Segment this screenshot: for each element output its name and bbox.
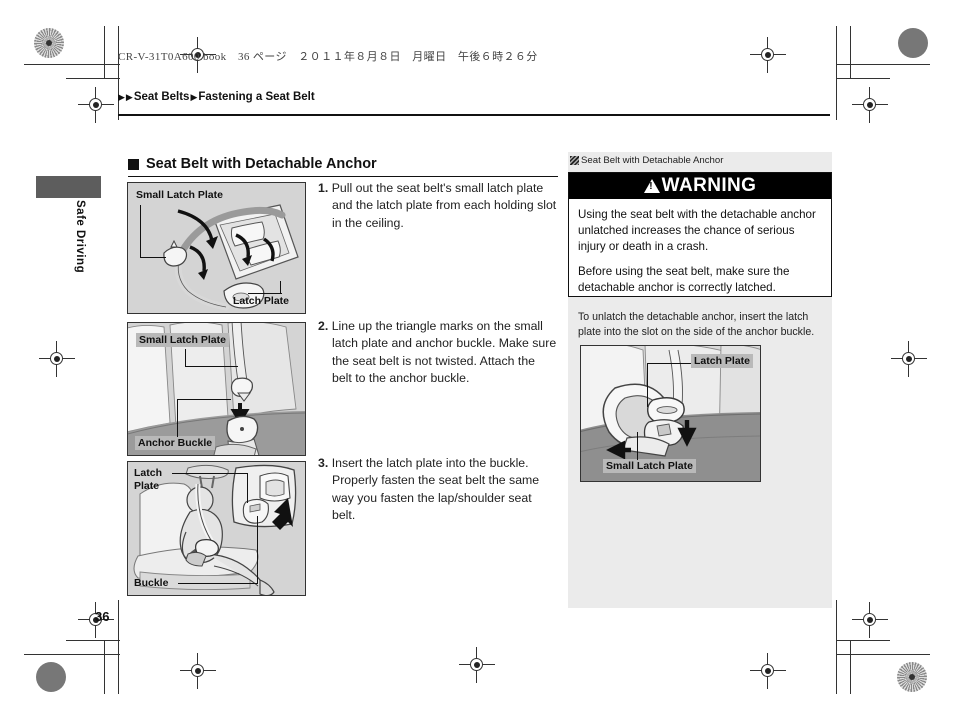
leader-line — [247, 473, 249, 503]
crop-line — [24, 64, 120, 66]
chapter-tab-marker — [36, 176, 101, 198]
figure-label-small-latch-plate: Small Latch Plate — [136, 189, 223, 201]
warning-triangle-icon — [643, 179, 660, 193]
crop-line — [836, 640, 890, 642]
leader-line — [185, 366, 238, 368]
registration-crosshair — [39, 341, 75, 377]
step-2: 2. Line up the triangle marks on the sma… — [318, 318, 558, 388]
reference-link-icon — [570, 156, 579, 165]
step-1-number: 1. — [318, 181, 329, 195]
warning-body: Using the seat belt with the detachable … — [569, 199, 831, 296]
figure-label-latch-plate: Latch Plate — [233, 295, 290, 307]
reference-heading: Seat Belt with Detachable Anchor — [570, 155, 723, 166]
book-print-line: CR-V-31T0A600.book 36 ページ ２０１１年８月８日 月曜日 … — [118, 51, 538, 63]
registration-target-dot — [897, 662, 927, 692]
registration-crosshair — [180, 653, 216, 689]
crop-line — [66, 78, 120, 80]
step-3: 3. Insert the latch plate into the buckl… — [318, 455, 558, 525]
page-title-text: Seat Belt with Detachable Anchor — [146, 156, 377, 172]
registration-crosshair — [852, 87, 888, 123]
breadcrumb: ▶ ▶ Seat Belts ▶ Fastening a Seat Belt — [118, 91, 315, 103]
figure-label-plate: Plate — [134, 480, 160, 492]
leader-line — [177, 399, 231, 401]
crop-line — [24, 654, 120, 656]
step-2-number: 2. — [318, 319, 329, 333]
breadcrumb-part-1[interactable]: Seat Belts — [134, 91, 190, 103]
registration-target-dot — [34, 28, 64, 58]
leader-line — [637, 432, 639, 460]
crop-line — [118, 600, 120, 694]
step-2-text: Line up the triangle marks on the small … — [331, 319, 557, 386]
warning-header: WARNING — [569, 173, 831, 199]
crop-line — [104, 640, 106, 694]
step-1: 1. Pull out the seat belt's small latch … — [318, 180, 558, 232]
leader-line — [647, 363, 691, 365]
crop-line — [836, 26, 838, 120]
registration-crosshair — [852, 602, 888, 638]
warning-paragraph-2: Before using the seat belt, make sure th… — [578, 264, 790, 294]
warning-paragraph-1: Using the seat belt with the detachable … — [578, 208, 816, 253]
figure-anchor-buckle: Small Latch Plate Anchor Buckle — [127, 322, 306, 456]
figure-label-small-latch-plate: Small Latch Plate — [136, 333, 229, 347]
crop-line — [850, 640, 852, 694]
figure-label-latch-plate: Latch Plate — [691, 354, 754, 368]
figure-label-anchor-buckle: Anchor Buckle — [135, 436, 216, 450]
breadcrumb-marker-icon: ▶ — [125, 91, 133, 102]
leader-line — [178, 583, 258, 585]
figure-occupant-buckle: Latch Plate Buckle — [127, 461, 306, 596]
leader-line — [248, 293, 282, 295]
page-number: 36 — [95, 609, 110, 624]
leader-line — [257, 516, 259, 584]
page-title: Seat Belt with Detachable Anchor — [128, 156, 377, 172]
figure-label-small-latch-plate: Small Latch Plate — [603, 459, 696, 473]
crop-line — [836, 600, 838, 694]
step-3-text: Insert the latch plate into the buckle. … — [331, 456, 540, 523]
crop-line — [836, 78, 890, 80]
leader-line — [172, 473, 248, 475]
title-divider — [128, 176, 558, 178]
square-bullet-icon — [128, 158, 139, 170]
registration-target-dot — [898, 28, 928, 58]
breadcrumb-part-2[interactable]: Fastening a Seat Belt — [198, 91, 314, 103]
chapter-tab-label: Safe Driving — [74, 200, 86, 274]
crop-line — [66, 640, 120, 642]
crop-line — [104, 26, 106, 78]
leader-line — [140, 205, 142, 257]
figure-label-buckle: Buckle — [134, 577, 169, 589]
crop-line — [850, 26, 852, 78]
step-1-text: Pull out the seat belt's small latch pla… — [331, 181, 557, 230]
figure-label-latch: Latch — [134, 467, 163, 479]
leader-line — [185, 349, 187, 367]
registration-crosshair — [750, 37, 786, 73]
leader-line — [140, 257, 166, 259]
registration-crosshair — [891, 341, 927, 377]
leader-line — [177, 399, 179, 437]
leader-line — [280, 281, 282, 294]
step-3-number: 3. — [318, 456, 329, 470]
unlatch-instruction: To unlatch the detachable anchor, insert… — [578, 311, 815, 339]
header-divider — [118, 114, 830, 116]
crop-line — [118, 26, 120, 120]
warning-box: WARNING Using the seat belt with the det… — [568, 172, 832, 297]
warning-heading-text: WARNING — [661, 175, 757, 196]
reference-heading-text: Seat Belt with Detachable Anchor — [581, 155, 724, 166]
registration-target-dot — [36, 662, 66, 692]
breadcrumb-separator-icon: ▶ — [190, 91, 198, 102]
registration-crosshair — [459, 647, 495, 683]
figure-unlatch-anchor: Latch Plate Small Latch Plate — [580, 345, 761, 482]
registration-crosshair — [78, 87, 114, 123]
leader-line — [647, 363, 649, 407]
figure-ceiling-holding-slot: Small Latch Plate Latch Plate — [127, 182, 306, 314]
registration-crosshair — [750, 653, 786, 689]
breadcrumb-marker-icon: ▶ — [118, 91, 125, 102]
